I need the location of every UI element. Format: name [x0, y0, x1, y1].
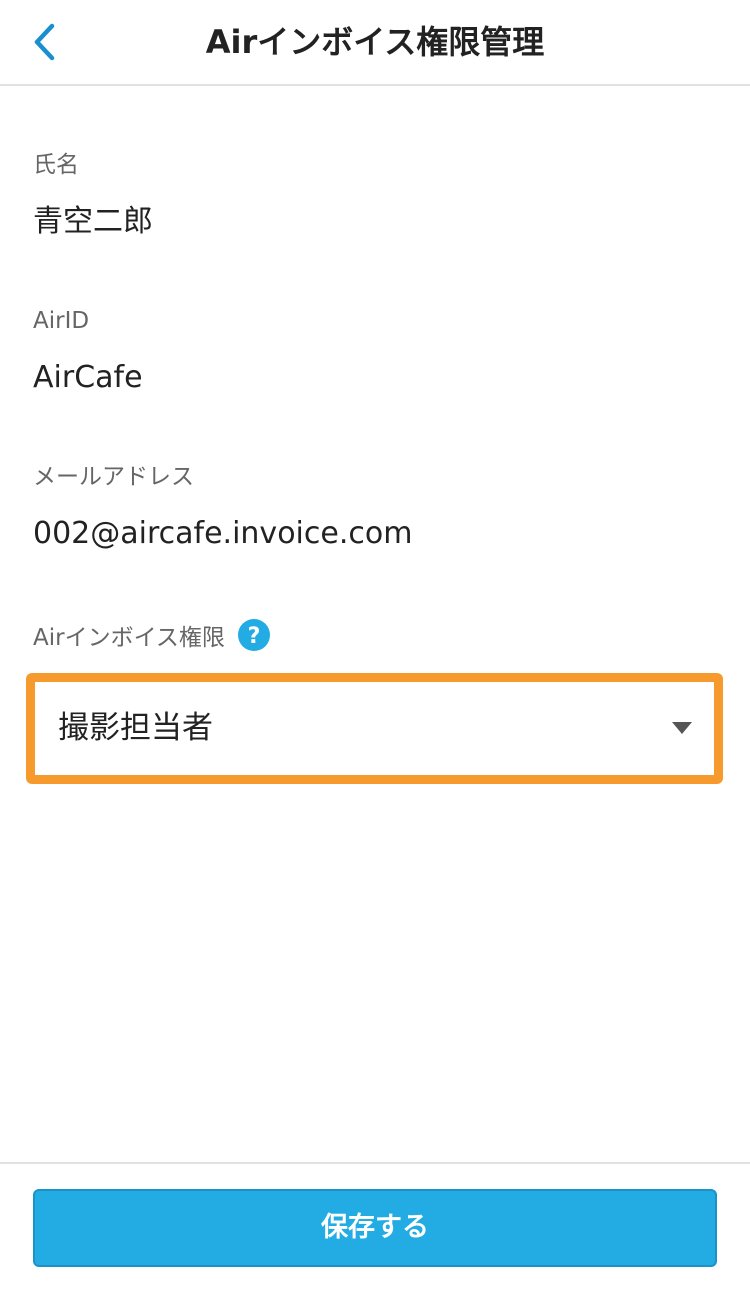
app-header: Airインボイス権限管理	[0, 0, 750, 86]
chevron-left-icon	[34, 23, 55, 61]
airid-value: AirCafe	[33, 360, 143, 395]
svg-text:?: ?	[248, 624, 261, 649]
airid-label: AirID	[33, 308, 90, 334]
name-field: 氏名 青空二郎	[33, 150, 723, 242]
airid-field: AirID AirCafe	[33, 306, 723, 398]
role-select[interactable]: 撮影担当者	[26, 673, 723, 784]
email-label: メールアドレス	[33, 464, 194, 490]
save-button[interactable]: 保存する	[33, 1189, 717, 1267]
footer-bar: 保存する	[0, 1162, 750, 1292]
email-value: 002@aircafe.invoice.com	[33, 516, 413, 551]
back-button[interactable]	[18, 16, 70, 68]
page-title: Airインボイス権限管理	[205, 23, 545, 61]
name-label: 氏名	[33, 152, 79, 178]
question-circle-icon[interactable]: ?	[237, 618, 271, 652]
email-field: メールアドレス 002@aircafe.invoice.com	[33, 462, 723, 554]
role-label: Airインボイス権限	[33, 625, 225, 651]
role-label-row: Airインボイス権限 ?	[33, 618, 271, 652]
role-select-inner: 撮影担当者	[38, 685, 711, 772]
name-value: 青空二郎	[33, 204, 153, 239]
role-select-value: 撮影担当者	[58, 710, 213, 746]
caret-down-icon	[672, 722, 692, 734]
